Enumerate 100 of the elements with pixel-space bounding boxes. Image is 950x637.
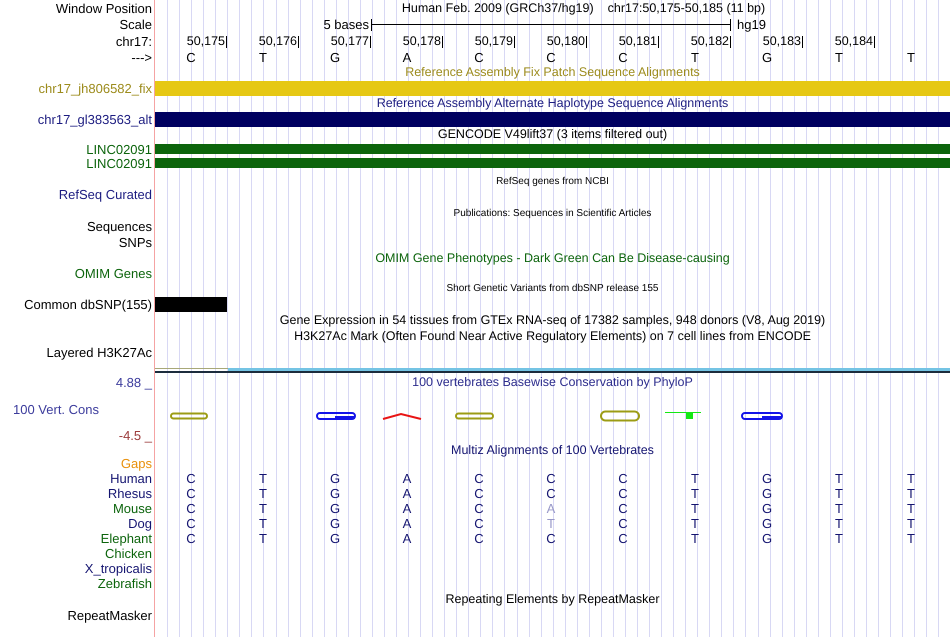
- position-tick-label: 50,183: [762, 35, 802, 48]
- track-title: Publications: Sequences in Scientific Articles: [454, 209, 652, 219]
- base-letter: G: [762, 51, 772, 64]
- alignment-base: C: [618, 487, 628, 500]
- species-label: Zebrafish: [98, 577, 152, 590]
- species-label: Dog: [128, 517, 152, 530]
- track-label: Common dbSNP(155): [24, 298, 152, 311]
- track-label: SNPs: [118, 236, 152, 248]
- track-title: Short Genetic Variants from dbSNP release 155: [446, 284, 658, 294]
- position-tick-label: 50,178: [402, 35, 442, 48]
- species-label: Rhesus: [108, 487, 152, 500]
- alignment-base: A: [402, 487, 412, 500]
- track-label: chr17_jh806582_fix: [38, 82, 152, 94]
- species-label: Gaps: [120, 457, 152, 470]
- alignment-base: T: [907, 487, 915, 500]
- alignment-base: T: [259, 487, 267, 500]
- alignment-base: T: [907, 532, 915, 545]
- alignment-base: C: [474, 517, 484, 530]
- alignment-base: A: [402, 532, 412, 545]
- base-letter: T: [835, 51, 843, 64]
- alignment-base: A: [546, 502, 556, 515]
- base-letter: C: [186, 51, 196, 64]
- gene-label: LINC02091: [86, 142, 152, 156]
- species-label: Mouse: [112, 502, 152, 515]
- row-label: Window Position: [56, 2, 152, 14]
- alignment-base: T: [907, 517, 915, 530]
- base-letter: T: [259, 51, 267, 64]
- alignment-base: C: [186, 517, 196, 530]
- base-letter: A: [402, 51, 412, 64]
- alignment-base: C: [546, 532, 556, 545]
- alignment-base: C: [618, 517, 628, 530]
- alignment-base: A: [402, 517, 412, 530]
- track-title: Gene Expression in 54 tissues from GTEx RNA-seq of 17382 samples, 948 donors (V8, Aug 2019): [280, 314, 826, 327]
- track-label: Sequences: [86, 220, 152, 233]
- alignment-base: T: [835, 502, 843, 515]
- position-tick-label: 50,179: [474, 35, 514, 48]
- alignment-base: G: [762, 487, 772, 500]
- alignment-base: T: [259, 517, 267, 530]
- species-label: Human: [110, 472, 152, 485]
- base-letter: T: [907, 51, 915, 64]
- position-tick-label: 50,184: [834, 35, 874, 48]
- tick-mark: [874, 36, 875, 48]
- alignment-base: C: [186, 532, 196, 545]
- tick-mark: [514, 36, 515, 48]
- alignment-base: G: [330, 517, 340, 530]
- alignment-base: T: [259, 472, 267, 485]
- browser-title: Human Feb. 2009 (GRCh37/hg19): [402, 2, 594, 14]
- alignment-base: T: [907, 502, 915, 515]
- track-label: RefSeq Curated: [58, 188, 152, 201]
- alignment-base: C: [618, 502, 628, 515]
- alignment-base: C: [186, 487, 196, 500]
- alignment-base: G: [762, 502, 772, 515]
- alignment-base: C: [546, 487, 556, 500]
- alignment-base: G: [762, 517, 772, 530]
- tick-mark: [442, 36, 443, 48]
- alignment-base: G: [330, 502, 340, 515]
- gene-label: LINC02091: [86, 156, 152, 170]
- track-title: Reference Assembly Fix Patch Sequence Alignments: [405, 66, 700, 79]
- alignment-base: C: [546, 472, 556, 485]
- track-label: 100 Vert. Cons: [12, 402, 99, 416]
- axis-label: -4.5 _: [118, 429, 152, 442]
- alignment-base: A: [402, 502, 412, 515]
- track-title: OMIM Gene Phenotypes - Dark Green Can Be Disease-causing: [375, 252, 730, 264]
- alignment-base: C: [186, 502, 196, 515]
- alignment-base: C: [474, 532, 484, 545]
- alignment-base: T: [835, 517, 843, 530]
- species-label: Elephant: [100, 532, 152, 545]
- track-label: chr17_gl383563_alt: [38, 112, 152, 126]
- alignment-base: G: [330, 472, 340, 485]
- track-label: RepeatMasker: [67, 608, 152, 622]
- tick-mark: [658, 36, 659, 48]
- alignment-base: T: [259, 502, 267, 515]
- track-title: Repeating Elements by RepeatMasker: [445, 593, 660, 606]
- alignment-base: T: [691, 487, 699, 500]
- row-label: Scale: [119, 18, 152, 31]
- track-label: Layered H3K27Ac: [46, 346, 152, 359]
- position-text: chr17:50,175-50,185 (11 bp): [608, 2, 766, 14]
- alignment-base: A: [402, 472, 412, 485]
- alignment-base: C: [474, 502, 484, 515]
- tick-mark: [730, 36, 731, 48]
- tick-mark: [802, 36, 803, 48]
- alignment-base: T: [835, 487, 843, 500]
- alignment-base: C: [618, 532, 628, 545]
- alignment-base: C: [618, 472, 628, 485]
- alignment-base: G: [762, 532, 772, 545]
- track-title: GENCODE V49lift37 (3 items filtered out): [438, 128, 668, 141]
- base-letter: G: [330, 51, 340, 64]
- alignment-base: T: [835, 532, 843, 545]
- tick-mark: [586, 36, 587, 48]
- species-label: Chicken: [105, 547, 152, 560]
- track-title: RefSeq genes from NCBI: [496, 177, 609, 187]
- row-label: chr17:: [116, 35, 152, 48]
- strand-label: --->: [131, 51, 152, 64]
- alignment-base: T: [691, 532, 699, 545]
- base-letter: T: [691, 51, 699, 64]
- track-title: H3K27Ac Mark (Often Found Near Active Regulatory Elements) on 7 cell lines from ENCODE: [294, 330, 811, 343]
- alignment-base: C: [474, 487, 484, 500]
- alignment-base: G: [330, 487, 340, 500]
- position-tick-label: 50,176: [258, 35, 298, 48]
- position-tick-label: 50,182: [690, 35, 730, 48]
